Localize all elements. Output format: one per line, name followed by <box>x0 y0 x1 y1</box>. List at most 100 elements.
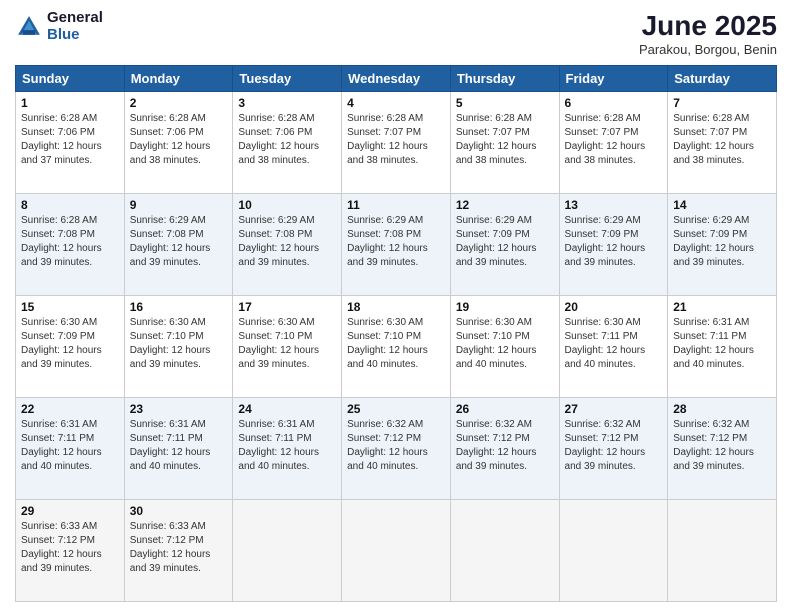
table-row: 1 Sunrise: 6:28 AM Sunset: 7:06 PM Dayli… <box>16 92 125 194</box>
table-row: 13 Sunrise: 6:29 AM Sunset: 7:09 PM Dayl… <box>559 194 668 296</box>
table-row: 24 Sunrise: 6:31 AM Sunset: 7:11 PM Dayl… <box>233 398 342 500</box>
table-row: 7 Sunrise: 6:28 AM Sunset: 7:07 PM Dayli… <box>668 92 777 194</box>
daylight-label: Daylight: 12 hours and 38 minutes. <box>347 141 428 166</box>
col-monday: Monday <box>124 66 233 92</box>
day-number: 5 <box>456 96 554 110</box>
sunset-label: Sunset: 7:06 PM <box>238 127 312 138</box>
sunrise-label: Sunrise: 6:33 AM <box>21 521 97 532</box>
sunrise-label: Sunrise: 6:30 AM <box>456 317 532 328</box>
day-number: 13 <box>565 198 663 212</box>
day-info: Sunrise: 6:33 AM Sunset: 7:12 PM Dayligh… <box>130 520 228 576</box>
day-number: 25 <box>347 402 445 416</box>
table-row <box>559 500 668 602</box>
sunset-label: Sunset: 7:10 PM <box>238 331 312 342</box>
day-number: 6 <box>565 96 663 110</box>
sunset-label: Sunset: 7:12 PM <box>565 433 639 444</box>
daylight-label: Daylight: 12 hours and 38 minutes. <box>238 141 319 166</box>
calendar-week-row: 1 Sunrise: 6:28 AM Sunset: 7:06 PM Dayli… <box>16 92 777 194</box>
sunrise-label: Sunrise: 6:32 AM <box>565 419 641 430</box>
day-number: 4 <box>347 96 445 110</box>
day-info: Sunrise: 6:29 AM Sunset: 7:09 PM Dayligh… <box>456 214 554 270</box>
day-number: 10 <box>238 198 336 212</box>
sunrise-label: Sunrise: 6:28 AM <box>130 113 206 124</box>
sunset-label: Sunset: 7:09 PM <box>456 229 530 240</box>
page: General Blue June 2025 Parakou, Borgou, … <box>0 0 792 612</box>
table-row: 26 Sunrise: 6:32 AM Sunset: 7:12 PM Dayl… <box>450 398 559 500</box>
sunrise-label: Sunrise: 6:33 AM <box>130 521 206 532</box>
col-tuesday: Tuesday <box>233 66 342 92</box>
sunrise-label: Sunrise: 6:30 AM <box>347 317 423 328</box>
sunrise-label: Sunrise: 6:30 AM <box>21 317 97 328</box>
title-area: June 2025 Parakou, Borgou, Benin <box>639 10 777 57</box>
location: Parakou, Borgou, Benin <box>639 42 777 57</box>
daylight-label: Daylight: 12 hours and 38 minutes. <box>130 141 211 166</box>
table-row: 27 Sunrise: 6:32 AM Sunset: 7:12 PM Dayl… <box>559 398 668 500</box>
day-info: Sunrise: 6:33 AM Sunset: 7:12 PM Dayligh… <box>21 520 119 576</box>
day-info: Sunrise: 6:30 AM Sunset: 7:10 PM Dayligh… <box>347 316 445 372</box>
table-row <box>668 500 777 602</box>
table-row: 23 Sunrise: 6:31 AM Sunset: 7:11 PM Dayl… <box>124 398 233 500</box>
col-saturday: Saturday <box>668 66 777 92</box>
sunrise-label: Sunrise: 6:28 AM <box>238 113 314 124</box>
sunset-label: Sunset: 7:07 PM <box>673 127 747 138</box>
daylight-label: Daylight: 12 hours and 40 minutes. <box>238 447 319 472</box>
table-row: 14 Sunrise: 6:29 AM Sunset: 7:09 PM Dayl… <box>668 194 777 296</box>
table-row: 28 Sunrise: 6:32 AM Sunset: 7:12 PM Dayl… <box>668 398 777 500</box>
sunrise-label: Sunrise: 6:29 AM <box>130 215 206 226</box>
sunset-label: Sunset: 7:10 PM <box>347 331 421 342</box>
sunrise-label: Sunrise: 6:32 AM <box>456 419 532 430</box>
day-info: Sunrise: 6:30 AM Sunset: 7:11 PM Dayligh… <box>565 316 663 372</box>
table-row: 6 Sunrise: 6:28 AM Sunset: 7:07 PM Dayli… <box>559 92 668 194</box>
daylight-label: Daylight: 12 hours and 37 minutes. <box>21 141 102 166</box>
table-row: 11 Sunrise: 6:29 AM Sunset: 7:08 PM Dayl… <box>342 194 451 296</box>
logo-general-text: General <box>47 10 103 27</box>
day-info: Sunrise: 6:28 AM Sunset: 7:07 PM Dayligh… <box>456 112 554 168</box>
sunrise-label: Sunrise: 6:32 AM <box>673 419 749 430</box>
table-row: 15 Sunrise: 6:30 AM Sunset: 7:09 PM Dayl… <box>16 296 125 398</box>
table-row: 3 Sunrise: 6:28 AM Sunset: 7:06 PM Dayli… <box>233 92 342 194</box>
sunrise-label: Sunrise: 6:30 AM <box>238 317 314 328</box>
day-info: Sunrise: 6:29 AM Sunset: 7:08 PM Dayligh… <box>238 214 336 270</box>
daylight-label: Daylight: 12 hours and 40 minutes. <box>565 345 646 370</box>
daylight-label: Daylight: 12 hours and 39 minutes. <box>565 447 646 472</box>
logo-blue-text: Blue <box>47 27 103 44</box>
sunset-label: Sunset: 7:06 PM <box>130 127 204 138</box>
daylight-label: Daylight: 12 hours and 38 minutes. <box>456 141 537 166</box>
calendar-header-row: Sunday Monday Tuesday Wednesday Thursday… <box>16 66 777 92</box>
logo-text: General Blue <box>47 10 103 43</box>
sunrise-label: Sunrise: 6:28 AM <box>565 113 641 124</box>
day-info: Sunrise: 6:30 AM Sunset: 7:09 PM Dayligh… <box>21 316 119 372</box>
day-info: Sunrise: 6:29 AM Sunset: 7:08 PM Dayligh… <box>130 214 228 270</box>
table-row: 5 Sunrise: 6:28 AM Sunset: 7:07 PM Dayli… <box>450 92 559 194</box>
sunrise-label: Sunrise: 6:30 AM <box>565 317 641 328</box>
calendar-week-row: 22 Sunrise: 6:31 AM Sunset: 7:11 PM Dayl… <box>16 398 777 500</box>
table-row: 10 Sunrise: 6:29 AM Sunset: 7:08 PM Dayl… <box>233 194 342 296</box>
sunrise-label: Sunrise: 6:29 AM <box>238 215 314 226</box>
day-number: 26 <box>456 402 554 416</box>
day-info: Sunrise: 6:29 AM Sunset: 7:09 PM Dayligh… <box>565 214 663 270</box>
day-info: Sunrise: 6:31 AM Sunset: 7:11 PM Dayligh… <box>238 418 336 474</box>
sunrise-label: Sunrise: 6:28 AM <box>673 113 749 124</box>
table-row <box>233 500 342 602</box>
day-number: 20 <box>565 300 663 314</box>
day-number: 27 <box>565 402 663 416</box>
table-row: 12 Sunrise: 6:29 AM Sunset: 7:09 PM Dayl… <box>450 194 559 296</box>
day-number: 7 <box>673 96 771 110</box>
day-info: Sunrise: 6:28 AM Sunset: 7:08 PM Dayligh… <box>21 214 119 270</box>
sunset-label: Sunset: 7:07 PM <box>347 127 421 138</box>
daylight-label: Daylight: 12 hours and 40 minutes. <box>456 345 537 370</box>
day-info: Sunrise: 6:32 AM Sunset: 7:12 PM Dayligh… <box>565 418 663 474</box>
sunset-label: Sunset: 7:12 PM <box>673 433 747 444</box>
day-number: 11 <box>347 198 445 212</box>
sunrise-label: Sunrise: 6:29 AM <box>565 215 641 226</box>
table-row: 25 Sunrise: 6:32 AM Sunset: 7:12 PM Dayl… <box>342 398 451 500</box>
calendar-week-row: 29 Sunrise: 6:33 AM Sunset: 7:12 PM Dayl… <box>16 500 777 602</box>
day-number: 28 <box>673 402 771 416</box>
daylight-label: Daylight: 12 hours and 39 minutes. <box>238 345 319 370</box>
daylight-label: Daylight: 12 hours and 39 minutes. <box>130 243 211 268</box>
logo-icon <box>15 13 43 41</box>
sunrise-label: Sunrise: 6:29 AM <box>456 215 532 226</box>
day-info: Sunrise: 6:28 AM Sunset: 7:07 PM Dayligh… <box>673 112 771 168</box>
sunset-label: Sunset: 7:06 PM <box>21 127 95 138</box>
calendar-week-row: 15 Sunrise: 6:30 AM Sunset: 7:09 PM Dayl… <box>16 296 777 398</box>
